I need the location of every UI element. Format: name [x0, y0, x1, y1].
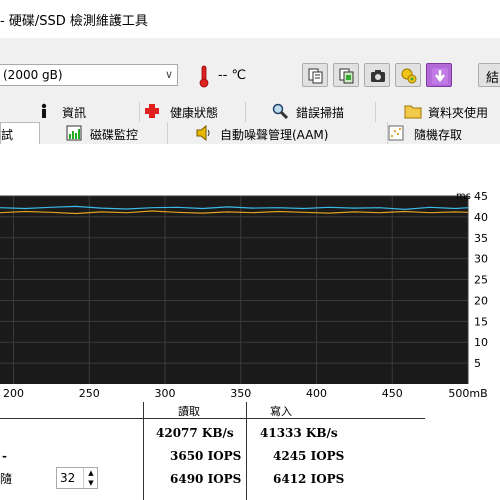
magnifier-icon [272, 103, 289, 122]
copy-all-button[interactable] [333, 63, 359, 87]
iops-read-value: 3650 IOPS [170, 449, 242, 463]
table-divider [246, 402, 247, 500]
spinner-up-icon[interactable]: ▲ [83, 468, 98, 478]
tab-row-top: 資訊 健康狀態 錯誤掃描 資料夾使用 [0, 102, 500, 123]
download-button[interactable] [426, 63, 452, 87]
screenshot-button[interactable] [364, 63, 390, 87]
tab-disk-monitor-label: 磁碟監控 [90, 128, 139, 142]
tab-benchmark[interactable]: 試 [0, 122, 40, 145]
random-iops-read-value: 6490 IOPS [170, 472, 242, 486]
chart-x-tick-label: 450 [382, 387, 403, 400]
table-divider [143, 402, 144, 500]
tab-health[interactable]: 健康狀態 [140, 102, 246, 122]
tab-health-label: 健康狀態 [170, 106, 219, 120]
write-column-header: 寫入 [270, 405, 292, 418]
row-label: 隨 [0, 472, 13, 486]
chart-y-tick-label: 5 [474, 357, 481, 370]
tab-info[interactable]: 資訊 [0, 102, 140, 122]
chart-x-tick-label: 500mB [448, 387, 487, 400]
tab-info-label: 資訊 [62, 106, 87, 120]
chart-x-tick-label: 400 [306, 387, 327, 400]
tab-aam-label: 自動噪聲管理(AAM) [220, 128, 329, 142]
queue-depth-spinner[interactable]: 32 ▲ ▼ [56, 467, 98, 489]
tab-folder-usage-label: 資料夾使用 [428, 106, 489, 120]
drive-select-value: (2000 gB) [3, 68, 63, 82]
chart-y-tick-label: 25 [474, 274, 488, 287]
tab-aam[interactable]: 自動噪聲管理(AAM) [168, 122, 388, 144]
tab-folder-usage[interactable]: 資料夾使用 [376, 102, 500, 122]
sequential-write-value: 41333 KB/s [260, 426, 338, 440]
tab-benchmark-label: 試 [1, 128, 14, 142]
tab-random-access-label: 隨機存取 [414, 128, 463, 142]
chart-y-tick-label: 45 [474, 190, 488, 203]
exit-button[interactable]: 結 [478, 63, 500, 87]
chart-plot-area [0, 196, 468, 384]
chart-y-tick-label: 35 [474, 232, 488, 245]
chart-x-tick-label: 300 [155, 387, 176, 400]
table-rule [0, 418, 425, 419]
random-access-icon [388, 125, 404, 144]
speaker-icon [196, 124, 212, 144]
random-iops-write-value: 6412 IOPS [273, 472, 345, 486]
copy-button[interactable] [302, 63, 328, 87]
sequential-read-value: 42077 KB/s [156, 426, 234, 440]
chart-y-tick-label: 40 [474, 211, 488, 224]
chart-x-tick-label: 350 [230, 387, 251, 400]
chart-y-tick-label: 30 [474, 253, 488, 266]
row-label: - [2, 449, 7, 463]
tab-error-scan[interactable]: 錯誤掃描 [246, 102, 376, 122]
chart-y-tick-label: 15 [474, 315, 488, 328]
spinner-down-icon[interactable]: ▼ [83, 478, 98, 488]
iops-write-value: 4245 IOPS [273, 449, 345, 463]
tab-row-bottom: 試 磁碟監控 自動噪聲管理(AAM) 隨機存取 [0, 122, 500, 145]
temperature-readout: -- ℃ [218, 68, 247, 83]
disk-monitor-icon [66, 125, 82, 144]
folder-icon [404, 103, 422, 122]
chart-y-tick-label: 20 [474, 294, 488, 307]
tab-error-scan-label: 錯誤掃描 [296, 106, 345, 120]
drive-select[interactable]: (2000 gB) ∨ [0, 64, 178, 86]
chevron-down-icon: ∨ [164, 68, 173, 81]
exit-button-label: 結 [486, 71, 500, 86]
title-bar: - 硬碟/SSD 檢測維護工具 [0, 0, 500, 38]
chart-y-tick-label: 10 [474, 336, 488, 349]
tab-random-access[interactable]: 隨機存取 [388, 122, 500, 144]
window-title: - 硬碟/SSD 檢測維護工具 [0, 14, 148, 29]
queue-depth-value: 32 [60, 471, 76, 485]
tab-disk-monitor[interactable]: 磁碟監控 [40, 122, 168, 144]
chart-x-tick-label: 250 [79, 387, 100, 400]
info-icon [38, 103, 50, 122]
chart-y-unit-label: ms [456, 191, 471, 202]
health-cross-icon [144, 103, 160, 122]
tools-button[interactable] [395, 63, 421, 87]
chart-x-tick-label: 200 [3, 387, 24, 400]
read-column-header: 讀取 [178, 405, 200, 418]
thermometer-icon [197, 64, 211, 88]
access-time-chart: 4540353025201510510015020025030035040045… [0, 190, 488, 400]
